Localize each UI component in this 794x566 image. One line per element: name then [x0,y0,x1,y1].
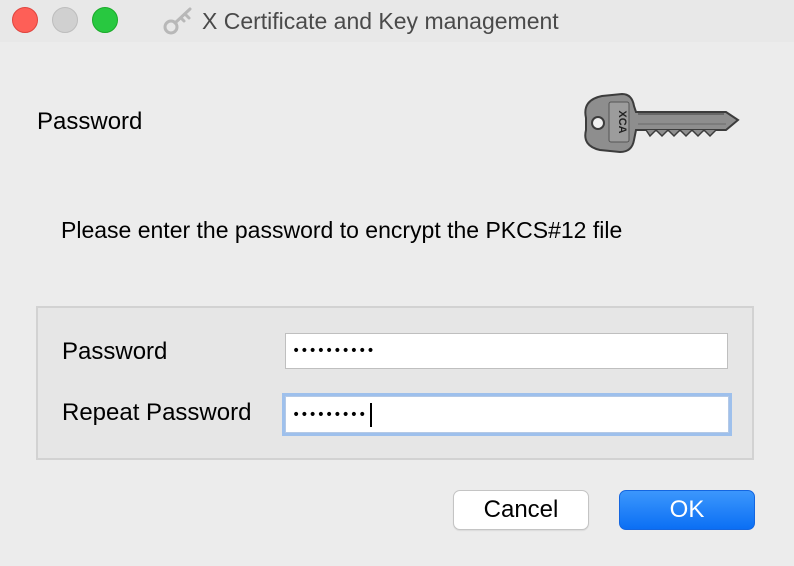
zoom-button[interactable] [92,7,118,33]
password-field[interactable]: •••••••••• [285,333,728,369]
repeat-password-field-value: ••••••••• [292,406,367,423]
instruction-text: Please enter the password to encrypt the… [61,217,623,243]
repeat-password-field[interactable]: ••••••••• [285,396,729,433]
dialog-window: X Certificate and Key management Passwor… [0,0,794,566]
key-icon [163,7,192,35]
page-title: Password [37,108,143,135]
title-bar[interactable]: X Certificate and Key management [0,0,794,42]
close-button[interactable] [12,7,38,33]
password-label: Password [62,338,168,365]
text-caret [370,402,373,427]
xca-key-logo: XCA [584,92,740,154]
repeat-password-label: Repeat Password [62,399,252,426]
minimize-button[interactable] [52,7,78,33]
cancel-button[interactable]: Cancel [453,490,589,530]
window-title-group: X Certificate and Key management [160,0,559,42]
password-field-value: •••••••••• [292,343,375,359]
password-group [36,306,754,460]
window-title: X Certificate and Key management [202,7,559,34]
ok-button[interactable]: OK [619,490,755,530]
svg-text:XCA: XCA [616,110,628,133]
